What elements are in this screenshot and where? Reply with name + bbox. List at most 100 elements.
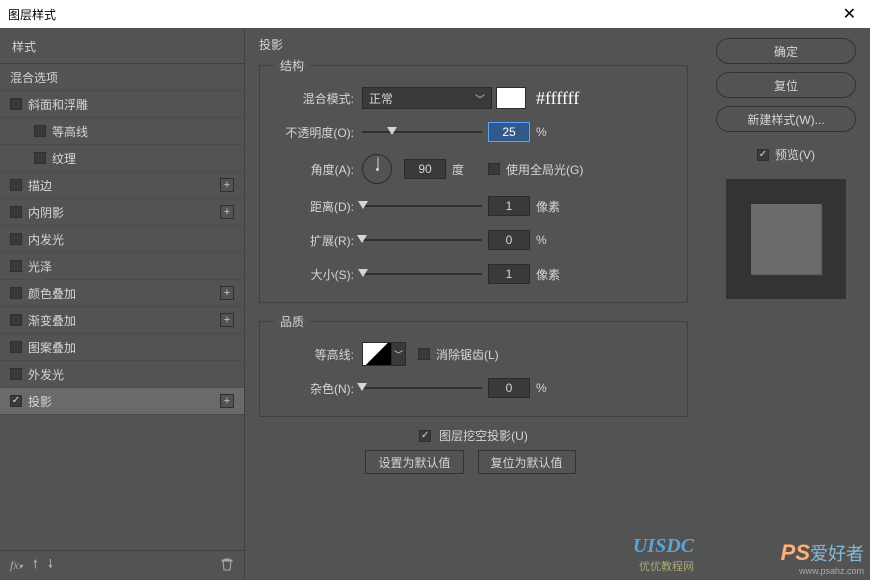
contour-row: 等高线: ﹀ 消除锯齿(L) — [274, 342, 673, 366]
contour-label: 等高线: — [274, 346, 362, 363]
reset-default-button[interactable]: 复位为默认值 — [478, 450, 576, 474]
blend-mode-select[interactable]: 正常 ﹀ — [362, 87, 492, 109]
noise-unit: % — [536, 381, 560, 395]
new-style-button[interactable]: 新建样式(W)... — [716, 106, 856, 132]
color-swatch[interactable] — [496, 87, 526, 109]
style-checkbox[interactable] — [10, 98, 22, 110]
add-effect-icon[interactable]: + — [220, 205, 234, 219]
fx-icon[interactable]: fx▾ — [10, 558, 23, 573]
style-checkbox[interactable] — [10, 314, 22, 326]
sidebar-item-label: 颜色叠加 — [28, 285, 76, 302]
sidebar-item-1[interactable]: 等高线 — [0, 118, 244, 145]
style-checkbox[interactable] — [34, 125, 46, 137]
sidebar-item-label: 描边 — [28, 177, 52, 194]
sidebar-item-label: 渐变叠加 — [28, 312, 76, 329]
style-checkbox[interactable] — [10, 395, 22, 407]
sidebar-item-10[interactable]: 外发光 — [0, 361, 244, 388]
style-checkbox[interactable] — [10, 341, 22, 353]
preview-inner — [751, 204, 821, 274]
distance-slider[interactable] — [362, 199, 482, 213]
knockout-checkbox[interactable] — [419, 430, 431, 442]
sidebar-item-label: 内发光 — [28, 231, 64, 248]
trash-icon[interactable] — [220, 557, 234, 574]
sidebar-item-8[interactable]: 渐变叠加 + — [0, 307, 244, 334]
opacity-label: 不透明度(O): — [274, 124, 362, 141]
contour-thumbnail[interactable] — [362, 342, 392, 366]
style-checkbox[interactable] — [34, 152, 46, 164]
spread-slider[interactable] — [362, 233, 482, 247]
size-input[interactable] — [488, 264, 530, 284]
size-unit: 像素 — [536, 266, 560, 283]
angle-row: 角度(A): 度 使用全局光(G) — [274, 154, 673, 184]
watermark-uisdc: UISDC 优优教程网 — [633, 535, 694, 574]
angle-input[interactable] — [404, 159, 446, 179]
size-slider[interactable] — [362, 267, 482, 281]
effect-title: 投影 — [259, 36, 688, 53]
distance-row: 距离(D): 像素 — [274, 194, 673, 218]
style-checkbox[interactable] — [10, 179, 22, 191]
make-default-button[interactable]: 设置为默认值 — [365, 450, 463, 474]
blend-mode-label: 混合模式: — [274, 90, 362, 107]
sidebar-item-0[interactable]: 斜面和浮雕 — [0, 91, 244, 118]
color-hex: #ffffff — [536, 88, 579, 109]
sidebar-item-label: 图案叠加 — [28, 339, 76, 356]
noise-slider[interactable] — [362, 381, 482, 395]
distance-unit: 像素 — [536, 198, 560, 215]
global-light-checkbox[interactable] — [488, 163, 500, 175]
arrow-up-icon[interactable]: 🠕 — [33, 555, 38, 576]
sidebar-item-3[interactable]: 描边 + — [0, 172, 244, 199]
spread-input[interactable] — [488, 230, 530, 250]
sidebar-header: 样式 — [0, 28, 244, 64]
distance-label: 距离(D): — [274, 198, 362, 215]
size-row: 大小(S): 像素 — [274, 262, 673, 286]
style-checkbox[interactable] — [10, 287, 22, 299]
spread-label: 扩展(R): — [274, 232, 362, 249]
sidebar-item-label: 投影 — [28, 393, 52, 410]
angle-dial[interactable] — [362, 154, 392, 184]
angle-label: 角度(A): — [274, 161, 362, 178]
opacity-slider[interactable] — [362, 125, 482, 139]
contour-dropdown[interactable]: ﹀ — [392, 342, 406, 366]
blending-options[interactable]: 混合选项 — [0, 64, 244, 91]
distance-input[interactable] — [488, 196, 530, 216]
add-effect-icon[interactable]: + — [220, 313, 234, 327]
add-effect-icon[interactable]: + — [220, 286, 234, 300]
sidebar-item-4[interactable]: 内阴影+ — [0, 199, 244, 226]
sidebar-footer: fx▾ 🠕 🠗 — [0, 550, 244, 580]
window-title: 图层样式 — [8, 6, 56, 23]
sidebar-item-6[interactable]: 光泽 — [0, 253, 244, 280]
add-effect-icon[interactable]: + — [220, 394, 234, 408]
preview-label: 预览(V) — [775, 146, 815, 163]
quality-group: 品质 等高线: ﹀ 消除锯齿(L) 杂色(N): % — [259, 313, 688, 417]
sidebar-item-5[interactable]: 内发光 — [0, 226, 244, 253]
antialias-checkbox[interactable] — [418, 348, 430, 360]
spread-row: 扩展(R): % — [274, 228, 673, 252]
style-checkbox[interactable] — [10, 260, 22, 272]
arrow-down-icon[interactable]: 🠗 — [48, 555, 53, 576]
size-label: 大小(S): — [274, 266, 362, 283]
title-bar: 图层样式 ✕ — [0, 0, 870, 28]
style-checkbox[interactable] — [10, 233, 22, 245]
noise-row: 杂色(N): % — [274, 376, 673, 400]
sidebar-item-label: 斜面和浮雕 — [28, 96, 88, 113]
sidebar-item-11[interactable]: 投影 + — [0, 388, 244, 415]
sidebar-item-9[interactable]: 图案叠加 — [0, 334, 244, 361]
add-effect-icon[interactable]: + — [220, 178, 234, 192]
right-panel: 确定 复位 新建样式(W)... 预览(V) PS爱好者 www.psahz.c… — [702, 28, 870, 580]
blend-mode-row: 混合模式: 正常 ﹀ #ffffff — [274, 86, 673, 110]
sidebar-item-7[interactable]: 颜色叠加 + — [0, 280, 244, 307]
opacity-input[interactable] — [488, 122, 530, 142]
sidebar-item-label: 混合选项 — [10, 69, 58, 86]
ok-button[interactable]: 确定 — [716, 38, 856, 64]
angle-unit: 度 — [452, 161, 476, 178]
sidebar-item-2[interactable]: 纹理 — [0, 145, 244, 172]
main-panel: 投影 结构 混合模式: 正常 ﹀ #ffffff 不透明度(O): % 角度(A… — [245, 28, 702, 580]
noise-input[interactable] — [488, 378, 530, 398]
antialias-label: 消除锯齿(L) — [436, 346, 499, 363]
structure-legend: 结构 — [274, 57, 310, 74]
preview-checkbox[interactable] — [757, 149, 769, 161]
style-checkbox[interactable] — [10, 368, 22, 380]
style-checkbox[interactable] — [10, 206, 22, 218]
close-icon[interactable]: ✕ — [837, 4, 862, 24]
cancel-button[interactable]: 复位 — [716, 72, 856, 98]
